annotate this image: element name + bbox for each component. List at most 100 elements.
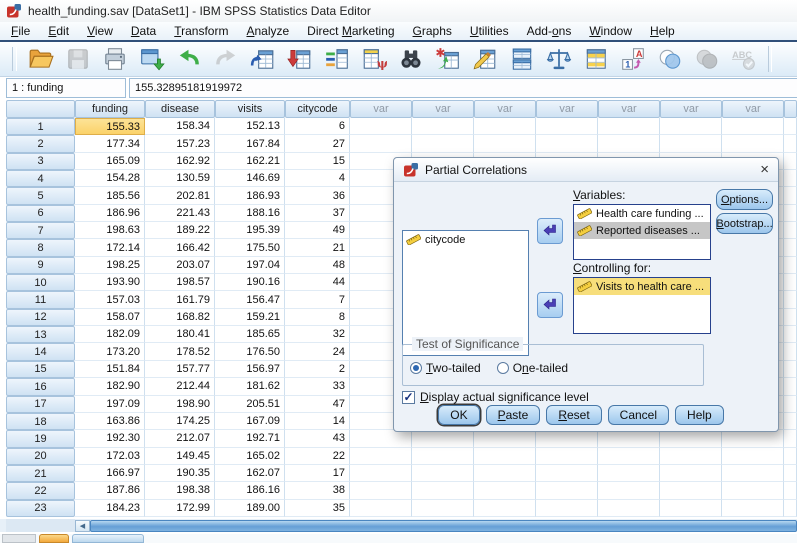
menu-data[interactable]: Data (122, 23, 165, 39)
cell-disease[interactable]: 172.99 (145, 499, 215, 517)
cell-disease[interactable]: 212.44 (145, 378, 215, 396)
spell-check-button[interactable]: ABC (729, 44, 759, 75)
cell-visits[interactable]: 175.50 (215, 239, 285, 257)
cell-var[interactable] (412, 447, 474, 465)
cell-disease[interactable]: 157.23 (145, 135, 215, 153)
cell-value-field[interactable]: 155.32895181919972 (129, 78, 797, 98)
cell-var[interactable] (660, 499, 722, 517)
row-header[interactable]: 23 (6, 499, 75, 517)
open-data-button[interactable] (26, 44, 56, 75)
select-cases-button[interactable] (581, 44, 611, 75)
cell-citycode[interactable]: 22 (285, 447, 350, 465)
cell-funding[interactable]: 192.30 (75, 430, 145, 448)
cell-var[interactable] (722, 499, 784, 517)
cell-disease[interactable]: 162.92 (145, 152, 215, 171)
-button[interactable]: Help (675, 405, 724, 425)
column-header-citycode[interactable]: citycode (285, 100, 350, 118)
cell-var[interactable] (350, 118, 412, 136)
cell-var[interactable] (474, 464, 536, 483)
horizontal-scrollbar[interactable]: ◀ (0, 519, 797, 532)
cell-disease[interactable]: 189.22 (145, 222, 215, 240)
weight-cases-button[interactable] (544, 44, 574, 75)
bootstrap-button[interactable]: Bootstrap... (716, 213, 773, 234)
cell-var[interactable] (722, 118, 784, 136)
cell-var[interactable] (722, 430, 784, 448)
cell-var[interactable] (536, 118, 598, 136)
cell-var[interactable] (598, 499, 660, 517)
insert-cases-button[interactable] (433, 44, 463, 75)
cell-var[interactable] (536, 447, 598, 465)
row-header[interactable]: 21 (6, 464, 75, 483)
cell-visits[interactable]: 181.62 (215, 378, 285, 396)
cell-disease[interactable]: 157.77 (145, 360, 215, 379)
cell-visits[interactable]: 165.02 (215, 447, 285, 465)
use-variable-sets-button[interactable] (655, 44, 685, 75)
cell-visits[interactable]: 156.47 (215, 291, 285, 309)
controlling-for-list[interactable]: Visits to health care ... (573, 277, 711, 334)
cell-var[interactable] (660, 482, 722, 500)
cell-funding[interactable]: 182.90 (75, 378, 145, 396)
cell-disease[interactable]: 161.79 (145, 291, 215, 309)
cell-citycode[interactable]: 35 (285, 499, 350, 517)
cell-visits[interactable]: 176.50 (215, 343, 285, 361)
cell-funding[interactable]: 198.25 (75, 256, 145, 275)
cell-citycode[interactable]: 36 (285, 187, 350, 205)
cell-var[interactable] (474, 135, 536, 153)
row-header[interactable]: 20 (6, 447, 75, 465)
cell-funding[interactable]: 155.33 (75, 118, 145, 136)
cell-funding[interactable]: 172.14 (75, 239, 145, 257)
row-header[interactable]: 12 (6, 308, 75, 327)
cell-visits[interactable]: 188.16 (215, 204, 285, 223)
variables-button[interactable] (322, 44, 352, 75)
value-labels-button[interactable]: A1 (618, 44, 648, 75)
cell-visits[interactable]: 185.65 (215, 326, 285, 344)
cell-funding[interactable]: 184.23 (75, 499, 145, 517)
row-header[interactable]: 16 (6, 378, 75, 396)
run-descriptives-button[interactable]: ψ (359, 44, 389, 75)
cell-disease[interactable]: 168.82 (145, 308, 215, 327)
menu-file[interactable]: File (2, 23, 39, 39)
cell-citycode[interactable]: 48 (285, 256, 350, 275)
cell-citycode[interactable]: 27 (285, 135, 350, 153)
cell-var[interactable] (474, 499, 536, 517)
column-header-var[interactable]: var (474, 100, 536, 118)
row-header[interactable]: 1 (6, 118, 75, 136)
row-header[interactable]: 22 (6, 482, 75, 500)
column-header-var[interactable]: var (412, 100, 474, 118)
cell-visits[interactable]: 162.07 (215, 464, 285, 483)
cell-disease[interactable]: 198.38 (145, 482, 215, 500)
cell-citycode[interactable]: 17 (285, 464, 350, 483)
cell-funding[interactable]: 177.34 (75, 135, 145, 153)
cell-var[interactable] (474, 482, 536, 500)
cell-funding[interactable]: 151.84 (75, 360, 145, 379)
cell-var[interactable] (350, 135, 412, 153)
menu-graphs[interactable]: Graphs (404, 23, 461, 39)
checkbox-icon[interactable]: ✓ (402, 390, 415, 404)
row-header[interactable]: 8 (6, 239, 75, 257)
menu-direct-marketing[interactable]: Direct Marketing (298, 23, 403, 39)
cell-var[interactable] (536, 499, 598, 517)
row-header[interactable]: 14 (6, 343, 75, 361)
dialog-title-bar[interactable]: Partial Correlations × (394, 158, 778, 182)
cell-funding[interactable]: 166.97 (75, 464, 145, 483)
row-header[interactable]: 18 (6, 412, 75, 431)
cell-funding[interactable]: 197.09 (75, 395, 145, 413)
column-header-disease[interactable]: disease (145, 100, 215, 118)
row-header[interactable]: 7 (6, 222, 75, 240)
cell-disease[interactable]: 190.35 (145, 464, 215, 483)
insert-variable-button[interactable] (470, 44, 500, 75)
column-header-var[interactable]: var (598, 100, 660, 118)
cell-funding[interactable]: 157.03 (75, 291, 145, 309)
cell-funding[interactable]: 158.07 (75, 308, 145, 327)
variable-item[interactable]: Visits to health care ... (574, 278, 710, 295)
menu-edit[interactable]: Edit (39, 23, 78, 39)
cell-var[interactable] (536, 464, 598, 483)
undo-button[interactable] (174, 44, 204, 75)
menu-utilities[interactable]: Utilities (461, 23, 518, 39)
cell-var[interactable] (722, 135, 784, 153)
column-header-var[interactable] (784, 100, 797, 118)
paste-button[interactable]: Paste (485, 405, 541, 425)
scrollbar-thumb[interactable] (90, 519, 797, 532)
recall-dialogs-button[interactable] (137, 44, 167, 75)
cell-disease[interactable]: 202.81 (145, 187, 215, 205)
